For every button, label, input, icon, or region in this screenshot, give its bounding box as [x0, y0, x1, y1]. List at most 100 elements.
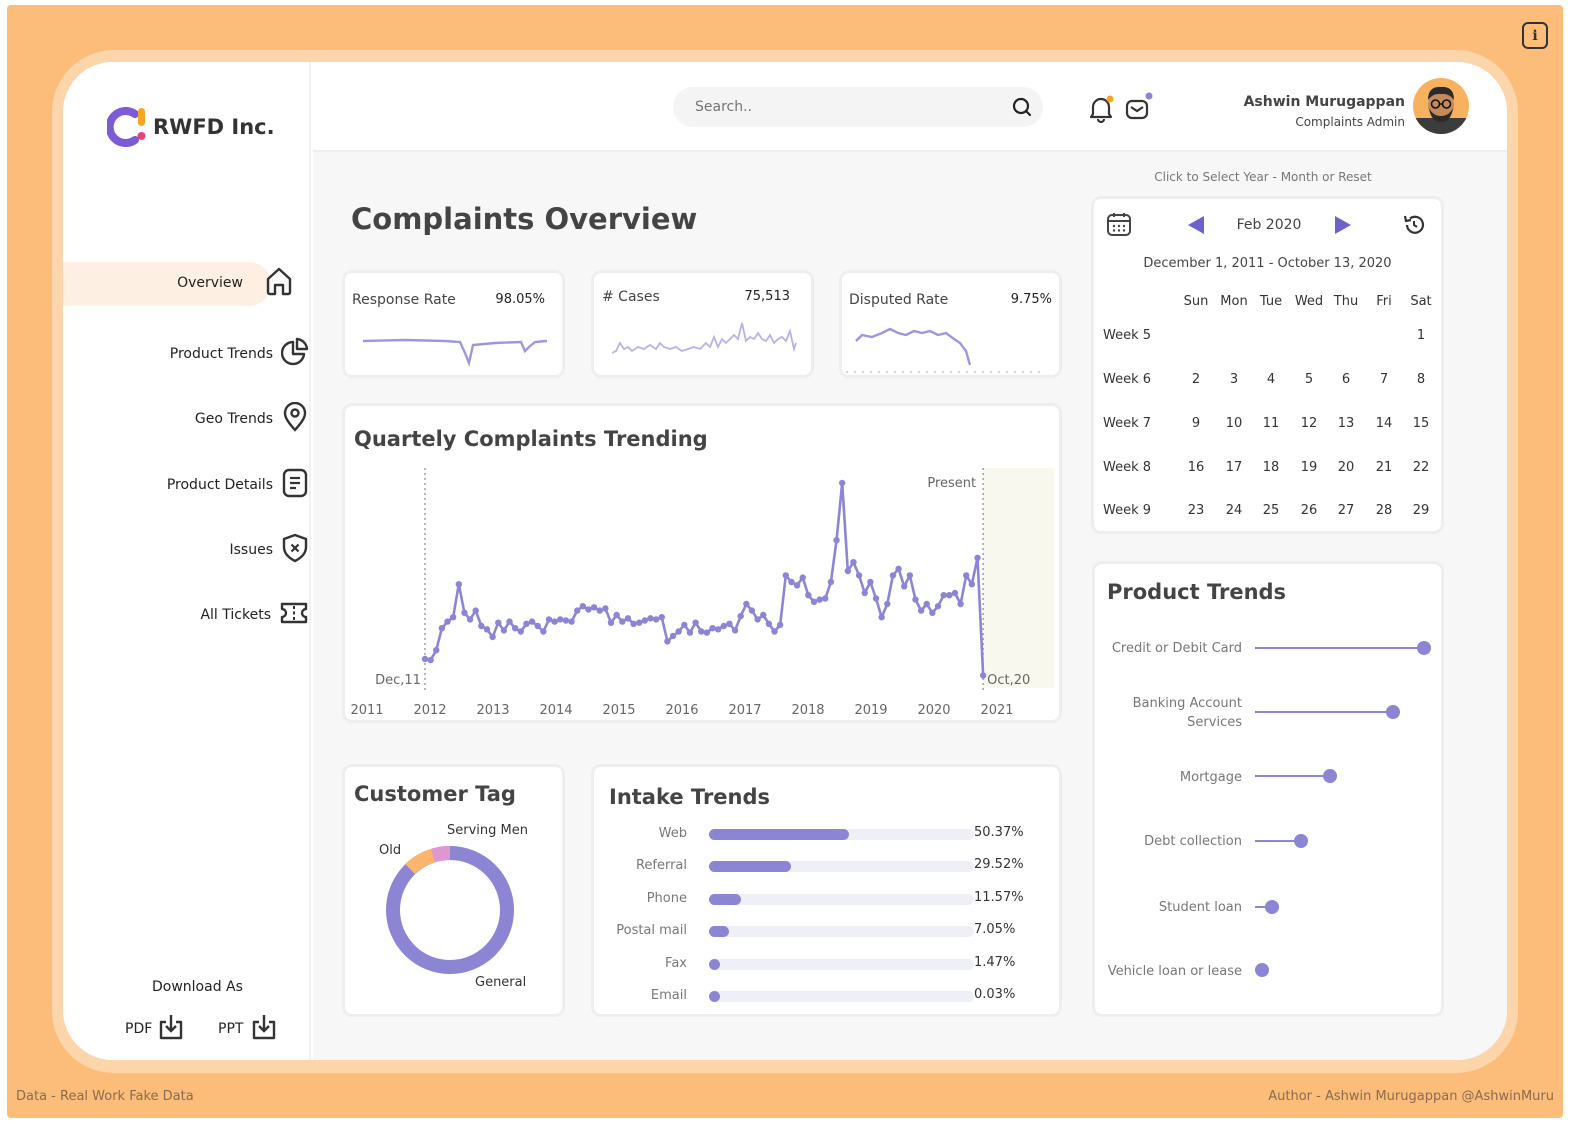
- trend-point[interactable]: [545, 616, 553, 623]
- trend-point[interactable]: [917, 607, 925, 614]
- calendar-day[interactable]: 19: [1289, 460, 1329, 475]
- trend-point[interactable]: [658, 614, 665, 621]
- trend-point[interactable]: [433, 647, 440, 654]
- trend-point[interactable]: [421, 655, 429, 663]
- trend-point[interactable]: [506, 618, 513, 625]
- trend-point[interactable]: [923, 600, 930, 608]
- trend-point[interactable]: [731, 627, 739, 634]
- trend-point[interactable]: [951, 589, 959, 597]
- trend-point[interactable]: [478, 622, 485, 630]
- trend-point[interactable]: [743, 600, 750, 608]
- calendar-day[interactable]: 8: [1401, 372, 1441, 387]
- trend-point[interactable]: [822, 595, 829, 602]
- trend-point[interactable]: [895, 565, 902, 572]
- trend-point[interactable]: [771, 628, 778, 635]
- customer-tag-donut[interactable]: [345, 767, 562, 1014]
- trend-point[interactable]: [461, 609, 468, 616]
- trend-point[interactable]: [528, 618, 536, 625]
- trend-point[interactable]: [647, 615, 654, 622]
- intake-bar[interactable]: [709, 894, 742, 905]
- trend-point[interactable]: [573, 607, 581, 614]
- trend-point[interactable]: [906, 572, 914, 579]
- trend-point[interactable]: [641, 617, 649, 624]
- calendar-day[interactable]: 20: [1326, 460, 1366, 475]
- prev-month-icon[interactable]: [1186, 215, 1206, 239]
- trend-point[interactable]: [940, 592, 947, 599]
- trend-point[interactable]: [652, 616, 660, 623]
- calendar-day[interactable]: 17: [1214, 460, 1254, 475]
- trend-point[interactable]: [714, 626, 722, 633]
- trend-point[interactable]: [788, 578, 795, 586]
- intake-bar[interactable]: [709, 861, 792, 872]
- product-trend-dot[interactable]: [1386, 705, 1401, 719]
- trend-point[interactable]: [624, 615, 632, 622]
- trend-point[interactable]: [934, 603, 942, 610]
- donut-general[interactable]: [386, 846, 514, 974]
- intake-bar[interactable]: [709, 926, 729, 937]
- trend-point[interactable]: [438, 625, 446, 632]
- calendar-day[interactable]: 2: [1176, 372, 1216, 387]
- trend-point[interactable]: [596, 607, 603, 614]
- intake-bar-track[interactable]: [709, 959, 974, 970]
- trend-point[interactable]: [636, 619, 643, 626]
- trend-point[interactable]: [709, 625, 716, 632]
- trend-point[interactable]: [855, 572, 863, 579]
- trend-point[interactable]: [534, 622, 541, 630]
- calendar-day[interactable]: 5: [1289, 372, 1329, 387]
- trend-point[interactable]: [929, 609, 936, 616]
- trend-point[interactable]: [805, 592, 812, 599]
- trend-point[interactable]: [776, 621, 784, 629]
- trend-point[interactable]: [686, 629, 694, 636]
- calendar-month[interactable]: Feb 2020: [1209, 217, 1329, 233]
- trend-point[interactable]: [974, 554, 981, 561]
- calendar-day[interactable]: 3: [1214, 372, 1254, 387]
- calendar-day[interactable]: 13: [1326, 416, 1366, 431]
- intake-bar[interactable]: [709, 991, 720, 1002]
- trend-point[interactable]: [495, 619, 502, 626]
- reset-icon[interactable]: [1402, 213, 1426, 241]
- trend-point[interactable]: [455, 581, 462, 588]
- intake-bar[interactable]: [709, 959, 720, 970]
- trend-point[interactable]: [681, 621, 688, 629]
- trend-point[interactable]: [782, 572, 790, 579]
- trend-point[interactable]: [568, 618, 575, 625]
- trend-point[interactable]: [602, 605, 609, 612]
- kpi-response-rate[interactable]: Response Rate 98.05%: [342, 270, 565, 378]
- trend-point[interactable]: [968, 581, 976, 588]
- intake-bar[interactable]: [709, 829, 850, 840]
- trend-point[interactable]: [489, 633, 496, 641]
- trend-point[interactable]: [946, 592, 953, 599]
- trend-point[interactable]: [810, 598, 818, 605]
- donut-serving-men[interactable]: [430, 846, 451, 863]
- sidebar-item-product-details[interactable]: Product Details: [113, 468, 309, 502]
- trend-point[interactable]: [844, 567, 852, 575]
- calendar-day[interactable]: 27: [1326, 503, 1366, 518]
- search-icon[interactable]: [1011, 96, 1033, 122]
- search-bar[interactable]: [673, 87, 1043, 127]
- trend-point[interactable]: [872, 595, 880, 602]
- trend-point[interactable]: [816, 596, 823, 603]
- trend-line[interactable]: [424, 481, 985, 676]
- next-month-icon[interactable]: [1333, 215, 1353, 239]
- sidebar-item-issues[interactable]: Issues: [113, 533, 309, 567]
- calendar-day[interactable]: 14: [1364, 416, 1404, 431]
- product-trend-dot[interactable]: [1323, 769, 1338, 783]
- trend-point[interactable]: [901, 583, 908, 590]
- calendar-day[interactable]: 29: [1401, 503, 1441, 518]
- trend-point[interactable]: [748, 607, 756, 614]
- avatar[interactable]: [1413, 78, 1469, 134]
- quarterly-trend-chart[interactable]: 2011 2012 2013 2014 2015 2016 2017 2018 2019 2020…: [345, 406, 1059, 720]
- trend-point[interactable]: [579, 603, 587, 610]
- calendar-day[interactable]: 25: [1251, 503, 1291, 518]
- trend-point[interactable]: [551, 618, 558, 625]
- calendar-week-label[interactable]: Week 8: [1103, 460, 1151, 475]
- calendar-day[interactable]: 18: [1251, 460, 1291, 475]
- trend-point[interactable]: [878, 614, 885, 621]
- calendar-day[interactable]: 23: [1176, 503, 1216, 518]
- trend-point[interactable]: [889, 572, 897, 579]
- product-trend-dot[interactable]: [1264, 900, 1279, 914]
- intake-bar-track[interactable]: [709, 861, 974, 872]
- trend-point[interactable]: [523, 620, 530, 627]
- calendar-day[interactable]: 26: [1289, 503, 1329, 518]
- trend-point[interactable]: [827, 578, 835, 586]
